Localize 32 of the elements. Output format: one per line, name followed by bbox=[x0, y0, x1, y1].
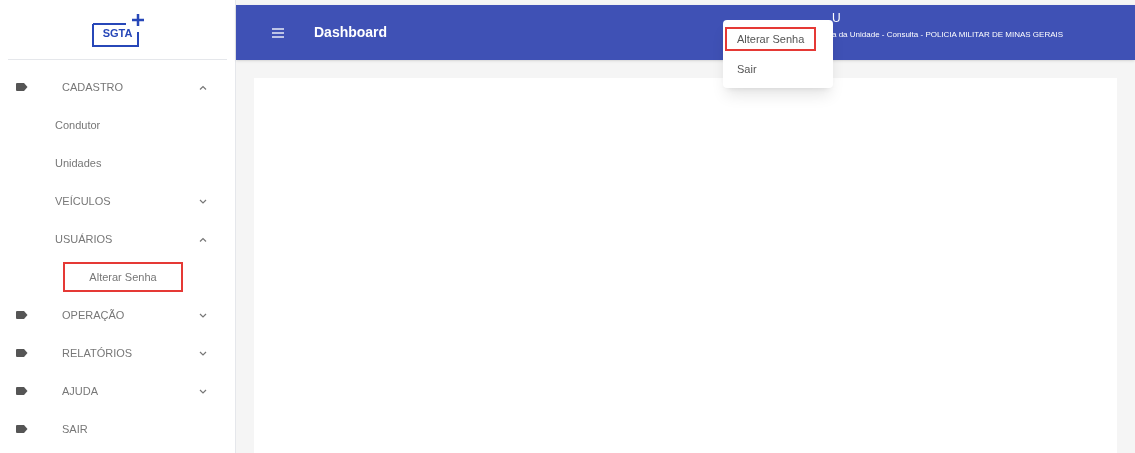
logo-text: SGTA bbox=[102, 26, 133, 42]
page-title: Dashboard bbox=[314, 23, 388, 42]
menu-item[interactable]: Sair bbox=[727, 57, 767, 81]
nav-label: Alterar Senha bbox=[63, 262, 183, 292]
label-icon bbox=[16, 83, 28, 91]
menu-icon[interactable] bbox=[272, 27, 284, 38]
nav-label: CADASTRO bbox=[62, 79, 124, 95]
nav-item[interactable]: AJUDA bbox=[0, 372, 235, 410]
nav-item[interactable]: SAIR bbox=[0, 410, 235, 448]
nav-label: Unidades bbox=[55, 155, 102, 171]
nav-label: RELATÓRIOS bbox=[62, 345, 133, 361]
nav-item[interactable]: CADASTRO bbox=[0, 68, 235, 106]
logo-drawing bbox=[89, 11, 146, 48]
nav-item[interactable]: USUÁRIOS bbox=[0, 220, 235, 258]
nav-item[interactable]: Alterar Senha bbox=[0, 258, 235, 296]
label-icon bbox=[16, 387, 28, 395]
nav-label: SAIR bbox=[62, 421, 88, 437]
menu-item[interactable]: Alterar Senha bbox=[725, 27, 817, 51]
nav-label: VEÍCULOS bbox=[55, 193, 111, 209]
nav-item[interactable]: Unidades bbox=[0, 144, 235, 182]
nav-item[interactable]: Condutor bbox=[0, 106, 235, 144]
nav-label: Condutor bbox=[55, 117, 101, 133]
nav-item[interactable]: OPERAÇÃO bbox=[0, 296, 235, 334]
nav-label: OPERAÇÃO bbox=[62, 307, 125, 323]
label-icon bbox=[16, 425, 28, 433]
user-name: U bbox=[832, 11, 842, 26]
nav-item[interactable]: RELATÓRIOS bbox=[0, 334, 235, 372]
nav-item[interactable]: VEÍCULOS bbox=[0, 182, 235, 220]
nav-label: USUÁRIOS bbox=[55, 231, 113, 247]
label-icon bbox=[16, 349, 28, 357]
label-icon bbox=[16, 311, 28, 319]
nav-label: AJUDA bbox=[62, 383, 99, 399]
